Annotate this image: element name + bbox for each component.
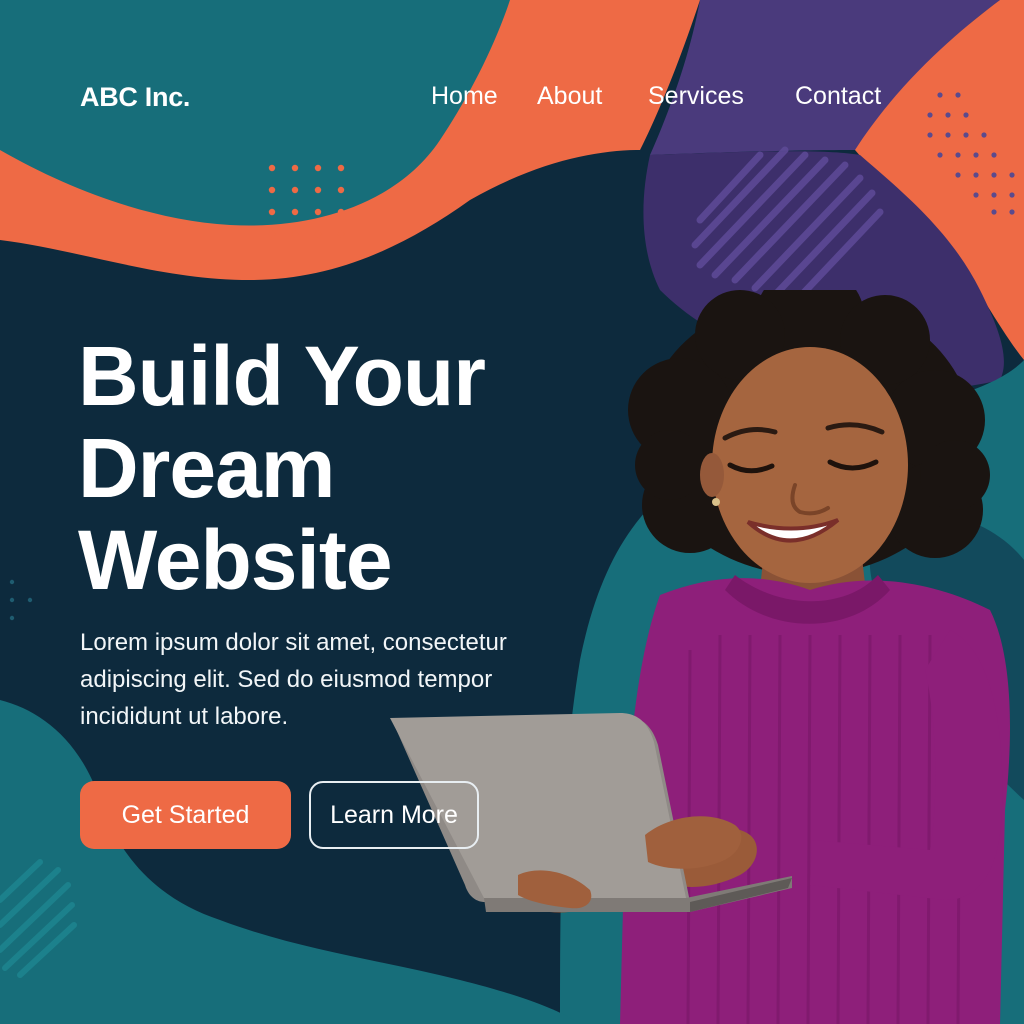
learn-more-button[interactable]: Learn More (309, 781, 479, 849)
top-navigation: ABC Inc. Home About Services Contact (0, 0, 1024, 195)
brand-logo[interactable]: ABC Inc. (80, 82, 190, 113)
nav-home[interactable]: Home (431, 82, 498, 111)
nav-about[interactable]: About (537, 82, 602, 111)
hero-illustration (390, 290, 1010, 1024)
nav-contact[interactable]: Contact (795, 82, 881, 111)
get-started-button[interactable]: Get Started (80, 781, 291, 849)
nav-services[interactable]: Services (648, 82, 744, 111)
